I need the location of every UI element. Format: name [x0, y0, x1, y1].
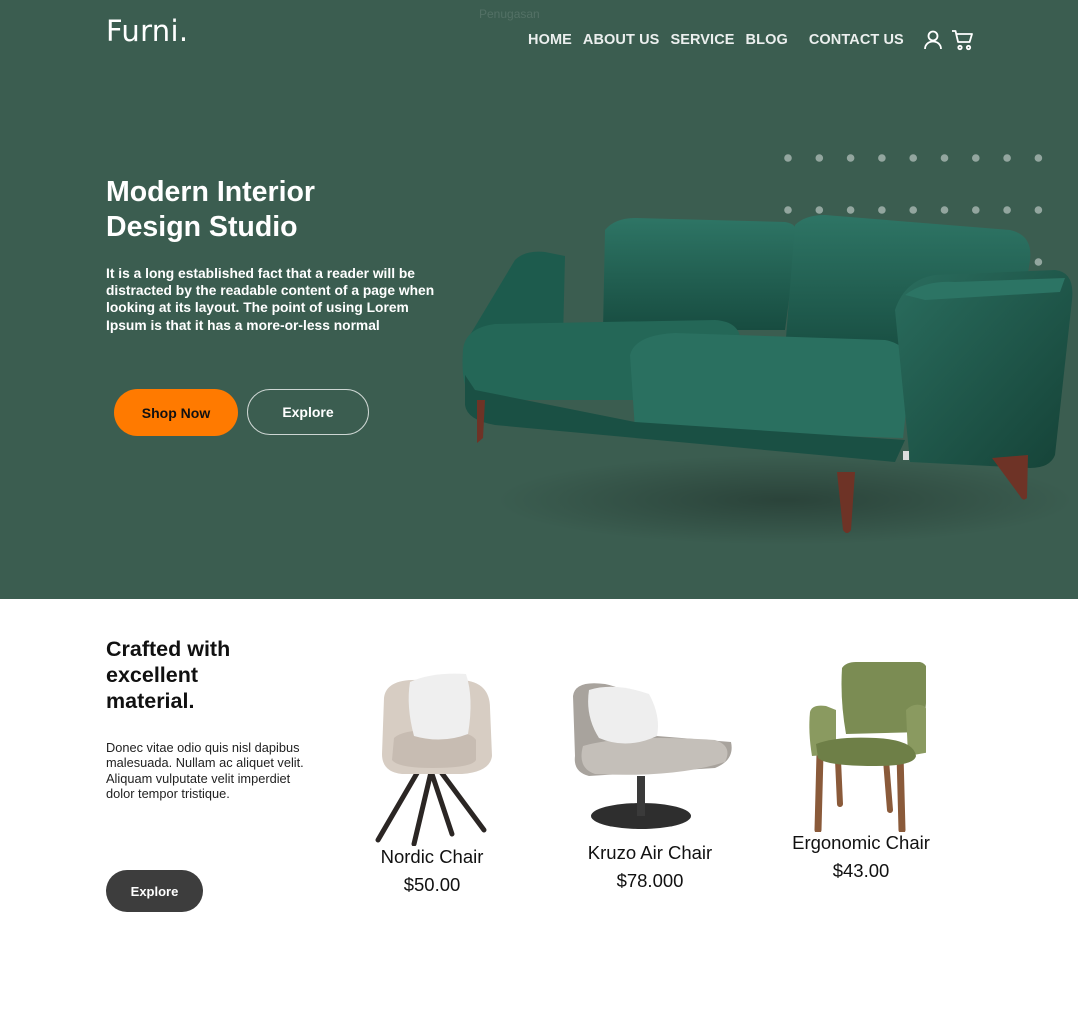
shop-now-button[interactable]: Shop Now: [114, 389, 238, 436]
kruzo-air-chair-image: [573, 683, 732, 829]
product-card-nordic-chair[interactable]: Nordic Chair $50.00: [352, 668, 512, 896]
decor-dot: [972, 154, 980, 162]
hero-title-line-2: Design Studio: [106, 211, 298, 243]
nav-about-us[interactable]: ABOUT US: [583, 32, 660, 48]
product-name: Ergonomic Chair: [792, 832, 930, 853]
product-name: Nordic Chair: [380, 846, 484, 867]
hero-section: Furni. Penugasan HOME ABOUT US SERVICE B…: [0, 0, 1078, 599]
sofa-image: [462, 215, 1075, 545]
product-card-kruzo-air-chair[interactable]: Kruzo Air Chair $78.000: [565, 676, 735, 892]
decor-dot: [815, 154, 824, 162]
nav-service[interactable]: SERVICE: [670, 32, 734, 48]
faint-label: Penugasan: [479, 7, 540, 21]
main-nav: HOME ABOUT US SERVICE BLOG CONTACT US: [528, 28, 976, 52]
section-title: Crafted with excellent material.: [106, 636, 306, 714]
decor-dot: [878, 154, 886, 162]
decor-dot: [909, 154, 917, 162]
hero-title-line-1: Modern Interior: [106, 176, 316, 208]
hero-title: Modern Interior Design Studio: [106, 175, 406, 245]
section-title-line-2: excellent: [106, 663, 199, 687]
decor-dot: [784, 154, 792, 162]
nav-contact-us[interactable]: CONTACT US: [809, 32, 904, 48]
product-price: $50.00: [403, 874, 461, 895]
nav-blog[interactable]: BLOG: [746, 32, 788, 48]
brand-logo[interactable]: Furni.: [106, 14, 188, 48]
decor-dot: [940, 154, 949, 162]
product-card-ergonomic-chair[interactable]: Ergonomic Chair $43.00: [784, 660, 938, 882]
user-icon[interactable]: [920, 28, 946, 52]
ergonomic-chair-image: [809, 662, 926, 832]
section-title-line-1: Crafted with: [106, 637, 231, 661]
product-name: Kruzo Air Chair: [587, 842, 713, 863]
section-description: Donec vitae odio quis nisl dapibus males…: [106, 740, 304, 802]
decor-dot: [1034, 154, 1043, 162]
decor-dot: [846, 154, 855, 162]
product-price: $78.000: [616, 870, 684, 891]
hero-explore-button[interactable]: Explore: [247, 389, 369, 435]
cart-icon[interactable]: [950, 28, 976, 52]
section-title-line-3: material.: [106, 689, 195, 713]
product-price: $43.00: [832, 860, 890, 881]
nordic-chair-image: [375, 673, 492, 846]
nav-home[interactable]: HOME: [528, 32, 572, 48]
section-explore-button[interactable]: Explore: [106, 870, 203, 912]
decor-dot: [1003, 154, 1011, 162]
hero-description: It is a long established fact that a rea…: [106, 266, 435, 333]
